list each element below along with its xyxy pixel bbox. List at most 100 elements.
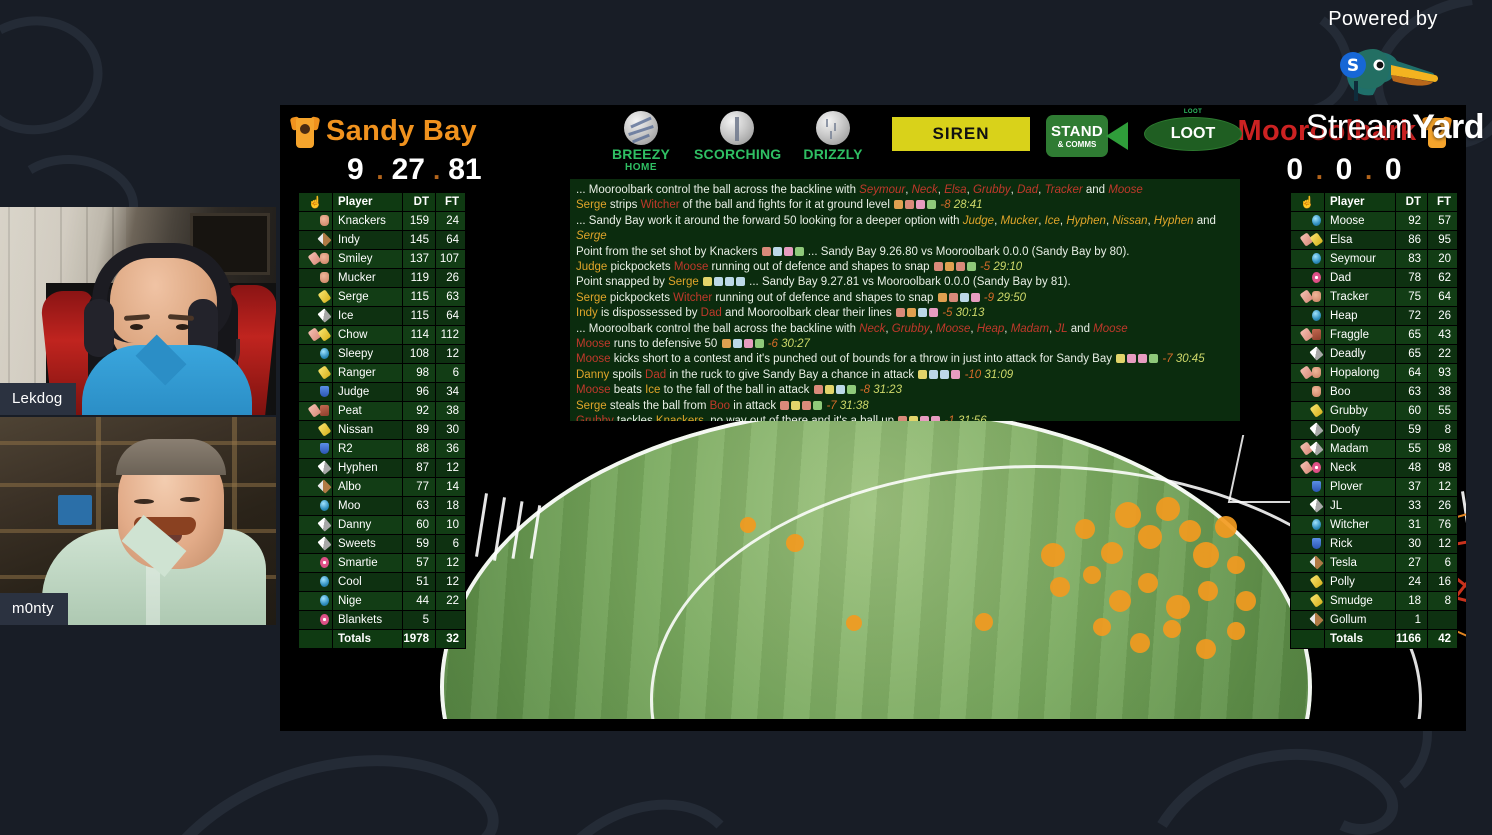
table-row[interactable]: Tracker 75 64 bbox=[1290, 287, 1458, 307]
player-ft: 107 bbox=[435, 249, 466, 269]
commentary-text: Elsa bbox=[944, 184, 967, 196]
away-totals-row: Totals 1166 42 bbox=[1290, 629, 1458, 649]
stat-chip-icon bbox=[1116, 354, 1126, 364]
col-dt: DT bbox=[402, 192, 436, 212]
commentary-text: -5 bbox=[976, 261, 994, 274]
arrow-icon bbox=[1309, 554, 1324, 570]
table-row[interactable]: Judge 96 34 bbox=[298, 382, 466, 402]
table-row[interactable]: Serge 115 63 bbox=[298, 287, 466, 307]
table-row[interactable]: Chow 114 112 bbox=[298, 325, 466, 345]
commentary-feed[interactable]: ... Mooroolbark control the ball across … bbox=[570, 179, 1240, 421]
table-row[interactable]: Ice 115 64 bbox=[298, 306, 466, 326]
table-row[interactable]: Blankets 5 bbox=[298, 610, 466, 630]
commentary-text: Serge bbox=[576, 399, 607, 412]
possession-dot bbox=[1115, 502, 1141, 528]
player-dt: 5 bbox=[402, 610, 436, 630]
table-row[interactable]: JL 33 26 bbox=[1290, 496, 1458, 516]
table-row[interactable]: Smiley 137 107 bbox=[298, 249, 466, 269]
player-badges bbox=[298, 382, 333, 402]
table-row[interactable]: Seymour 83 20 bbox=[1290, 249, 1458, 269]
table-row[interactable]: Indy 145 64 bbox=[298, 230, 466, 250]
oval-ground bbox=[440, 407, 1422, 731]
table-row[interactable]: Tesla 27 6 bbox=[1290, 553, 1458, 573]
table-row[interactable]: Nissan 89 30 bbox=[298, 420, 466, 440]
table-row[interactable]: Deadly 65 22 bbox=[1290, 344, 1458, 364]
wand-icon bbox=[1309, 497, 1324, 513]
player-dt: 65 bbox=[1395, 344, 1428, 364]
loot-button[interactable]: LOOT LOOT bbox=[1144, 109, 1242, 151]
table-row[interactable]: Witcher 31 76 bbox=[1290, 515, 1458, 535]
col-ft: FT bbox=[1427, 192, 1458, 212]
table-row[interactable]: Madam 55 98 bbox=[1290, 439, 1458, 459]
commentary-text: Nissan bbox=[1112, 214, 1148, 227]
stat-chip-icon bbox=[772, 246, 782, 256]
player-badges bbox=[298, 401, 333, 421]
table-row[interactable]: Mucker 119 26 bbox=[298, 268, 466, 288]
table-row[interactable]: Moo 63 18 bbox=[298, 496, 466, 516]
table-row[interactable]: Hyphen 87 12 bbox=[298, 458, 466, 478]
commentary-text: Moose bbox=[935, 322, 971, 335]
table-row[interactable]: Doofy 59 8 bbox=[1290, 420, 1458, 440]
player-name: Ice bbox=[331, 306, 404, 326]
table-row[interactable]: Moose 92 57 bbox=[1290, 211, 1458, 231]
webcam-m0nty[interactable]: m0nty bbox=[0, 417, 276, 625]
player-name: Knackers bbox=[331, 211, 404, 231]
commentary-line: ... Mooroolbark control the ball across … bbox=[576, 183, 1234, 198]
player-ft: 38 bbox=[1427, 382, 1458, 402]
table-row[interactable]: Hopalong 64 93 bbox=[1290, 363, 1458, 383]
player-badges bbox=[1290, 477, 1325, 497]
player-badges bbox=[1290, 591, 1325, 611]
away-player-table[interactable]: ☝ Player DT FT Moose 92 57 Elsa 86 95 Seymour 8… bbox=[1290, 192, 1458, 649]
player-badges bbox=[298, 496, 333, 516]
player-name: Danny bbox=[331, 515, 404, 535]
possession-dot bbox=[1041, 543, 1065, 567]
table-row[interactable]: R2 88 36 bbox=[298, 439, 466, 459]
possession-dot bbox=[1075, 519, 1095, 539]
table-row[interactable]: Albo 77 14 bbox=[298, 477, 466, 497]
home-player-table[interactable]: ☝ Player DT FT Knackers 159 24 Indy 145 64 Smi… bbox=[298, 192, 466, 649]
away-points: 0 bbox=[1384, 153, 1402, 186]
player-dt: 65 bbox=[1395, 325, 1428, 345]
table-row[interactable]: Cool 51 12 bbox=[298, 572, 466, 592]
fist-icon bbox=[1312, 290, 1321, 302]
siren-button[interactable]: SIREN bbox=[892, 117, 1030, 151]
table-row[interactable]: Nige 44 22 bbox=[298, 591, 466, 611]
table-row[interactable]: Elsa 86 95 bbox=[1290, 230, 1458, 250]
table-row[interactable]: Ranger 98 6 bbox=[298, 363, 466, 383]
commentary-text: Moose bbox=[576, 338, 611, 351]
globe-icon bbox=[320, 575, 329, 587]
table-row[interactable]: Plover 37 12 bbox=[1290, 477, 1458, 497]
table-row[interactable]: Sweets 59 6 bbox=[298, 534, 466, 554]
commentary-text: in attack bbox=[730, 399, 780, 412]
table-row[interactable]: Neck 48 98 bbox=[1290, 458, 1458, 478]
table-row[interactable]: Smudge 18 8 bbox=[1290, 591, 1458, 611]
player-dt: 87 bbox=[402, 458, 436, 478]
commentary-text: pickpockets bbox=[607, 261, 674, 274]
table-row[interactable]: Polly 24 16 bbox=[1290, 572, 1458, 592]
table-row[interactable]: Fraggle 65 43 bbox=[1290, 325, 1458, 345]
stat-chip-icon bbox=[907, 308, 917, 318]
table-row[interactable]: Dad 78 62 bbox=[1290, 268, 1458, 288]
webcam-lekdog[interactable]: Lekdog bbox=[0, 207, 276, 415]
table-row[interactable]: Rick 30 12 bbox=[1290, 534, 1458, 554]
table-row[interactable]: Smartie 57 12 bbox=[298, 553, 466, 573]
player-dt: 63 bbox=[1395, 382, 1428, 402]
table-row[interactable]: Sleepy 108 12 bbox=[298, 344, 466, 364]
player-dt: 59 bbox=[1395, 420, 1428, 440]
table-row[interactable]: Knackers 159 24 bbox=[298, 211, 466, 231]
sun-orb-icon bbox=[720, 111, 754, 145]
table-row[interactable]: Danny 60 10 bbox=[298, 515, 466, 535]
stat-chip-icon bbox=[951, 369, 961, 379]
player-dt: 119 bbox=[402, 268, 436, 288]
table-row[interactable]: Boo 63 38 bbox=[1290, 382, 1458, 402]
away-score-sep1: . bbox=[1315, 155, 1323, 185]
player-ft: 12 bbox=[435, 572, 466, 592]
stand-and-comms-button[interactable]: STAND & COMMS bbox=[1046, 115, 1128, 157]
table-row[interactable]: Gollum 1 bbox=[1290, 610, 1458, 630]
table-row[interactable]: Grubby 60 55 bbox=[1290, 401, 1458, 421]
weather-conditions: BREEZY HOME SCORCHING DRIZZLY bbox=[598, 109, 876, 173]
stat-chip-icon bbox=[929, 308, 939, 318]
table-row[interactable]: Heap 72 26 bbox=[1290, 306, 1458, 326]
table-row[interactable]: Peat 92 38 bbox=[298, 401, 466, 421]
player-name: Madam bbox=[1323, 439, 1397, 459]
